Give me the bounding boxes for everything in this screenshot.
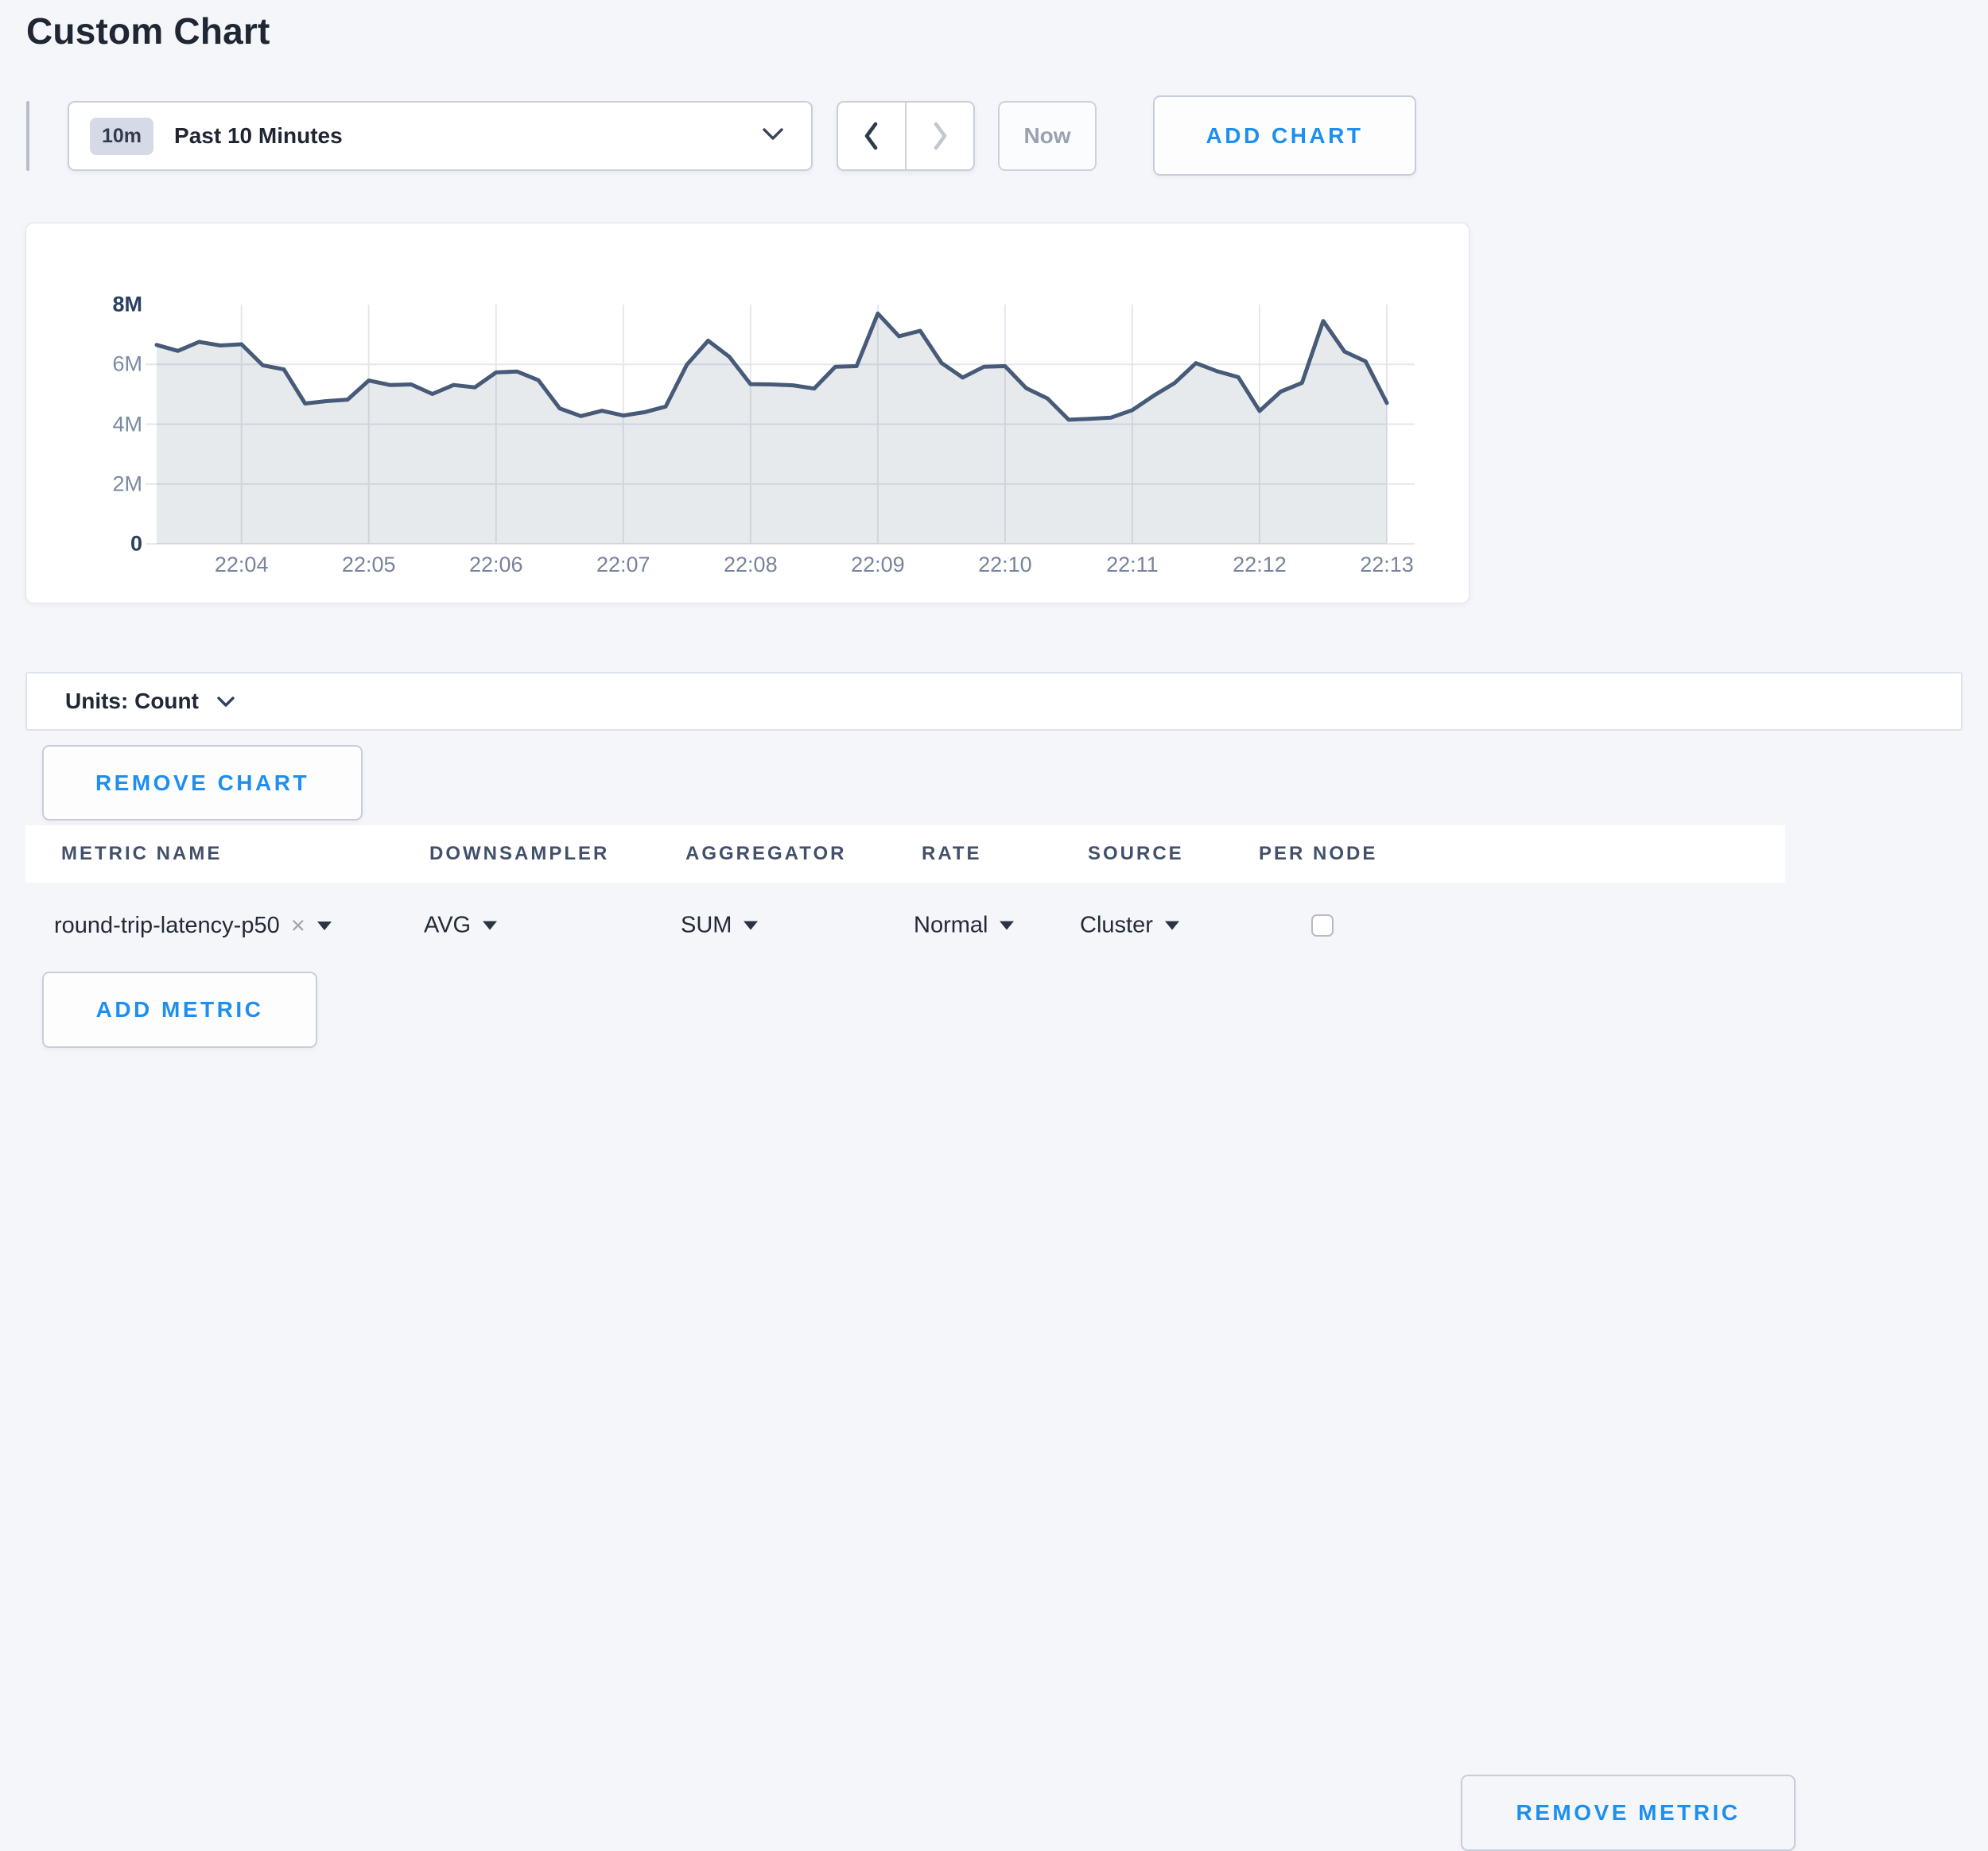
caret-down-icon: [744, 922, 758, 930]
remove-chart-button[interactable]: REMOVE CHART: [42, 745, 363, 821]
y-axis-tick-label: 8M: [50, 293, 142, 317]
timeseries-chart[interactable]: [26, 223, 1469, 603]
y-axis-tick-label: 6M: [50, 352, 142, 377]
column-header-source: SOURCE: [1088, 843, 1184, 865]
remove-metric-button[interactable]: REMOVE METRIC: [1461, 1775, 1796, 1851]
chevron-down-icon: [762, 127, 784, 145]
metrics-table-header: METRIC NAME DOWNSAMPLER AGGREGATOR RATE …: [25, 825, 1785, 883]
column-header-rate: RATE: [922, 843, 982, 865]
x-axis-tick-label: 22:08: [687, 553, 814, 577]
downsampler-value: AVG: [424, 913, 471, 939]
chevron-down-icon: [216, 696, 235, 708]
metric-name-value: round-trip-latency-p50: [54, 913, 280, 939]
column-header-downsampler: DOWNSAMPLER: [429, 843, 609, 865]
caret-down-icon: [1165, 922, 1179, 930]
source-value: Cluster: [1080, 913, 1153, 939]
column-header-metric-name: METRIC NAME: [61, 843, 222, 865]
x-axis-tick-label: 22:05: [305, 553, 433, 577]
downsampler-dropdown[interactable]: AVG: [424, 913, 497, 939]
y-axis-tick-label: 0: [50, 532, 142, 557]
caret-down-icon: [1000, 922, 1014, 930]
column-header-per-node: PER NODE: [1259, 843, 1377, 865]
chart-area-fill: [157, 313, 1387, 544]
prev-time-button[interactable]: [838, 103, 905, 169]
units-label: Units: Count: [65, 689, 199, 714]
caret-down-icon: [483, 922, 497, 930]
time-range-label: Past 10 Minutes: [174, 123, 343, 149]
units-dropdown[interactable]: Units: Count: [25, 672, 1963, 731]
time-range-badge: 10m: [90, 118, 153, 155]
chart-card: 02M4M6M8M22:0422:0522:0622:0722:0822:092…: [25, 223, 1470, 603]
per-node-checkbox[interactable]: [1311, 914, 1334, 937]
chevron-right-icon: [930, 121, 949, 151]
x-axis-tick-label: 22:13: [1323, 553, 1450, 577]
aggregator-dropdown[interactable]: SUM: [681, 913, 758, 939]
metric-name-dropdown[interactable]: round-trip-latency-p50 ×: [54, 911, 332, 940]
x-axis-tick-label: 22:04: [178, 553, 305, 577]
caret-down-icon: [317, 922, 332, 930]
column-header-aggregator: AGGREGATOR: [685, 843, 846, 865]
x-axis-tick-label: 22:10: [942, 553, 1069, 577]
y-axis-tick-label: 2M: [50, 471, 142, 496]
rate-value: Normal: [914, 913, 988, 939]
x-axis-tick-label: 22:07: [560, 553, 687, 577]
x-axis-tick-label: 22:09: [814, 553, 942, 577]
clear-metric-icon[interactable]: ×: [291, 911, 305, 940]
metric-row: round-trip-latency-p50 × AVG SUM Normal …: [25, 883, 1963, 968]
next-time-button[interactable]: [905, 103, 973, 169]
aggregator-value: SUM: [681, 913, 732, 939]
x-axis-tick-label: 22:11: [1069, 553, 1196, 577]
rate-dropdown[interactable]: Normal: [914, 913, 1014, 939]
y-axis-tick-label: 4M: [50, 412, 142, 437]
time-step-button-group: [837, 101, 975, 171]
source-dropdown[interactable]: Cluster: [1080, 913, 1179, 939]
page-title: Custom Chart: [26, 10, 270, 52]
x-axis-tick-label: 22:06: [433, 553, 560, 577]
x-axis-tick-label: 22:12: [1196, 553, 1323, 577]
add-chart-button[interactable]: ADD CHART: [1153, 95, 1416, 176]
now-button[interactable]: Now: [998, 101, 1097, 171]
add-metric-button[interactable]: ADD METRIC: [42, 972, 317, 1048]
time-range-dropdown[interactable]: 10m Past 10 Minutes: [68, 101, 813, 171]
toolbar-divider: [26, 101, 29, 171]
chevron-left-icon: [862, 121, 881, 151]
